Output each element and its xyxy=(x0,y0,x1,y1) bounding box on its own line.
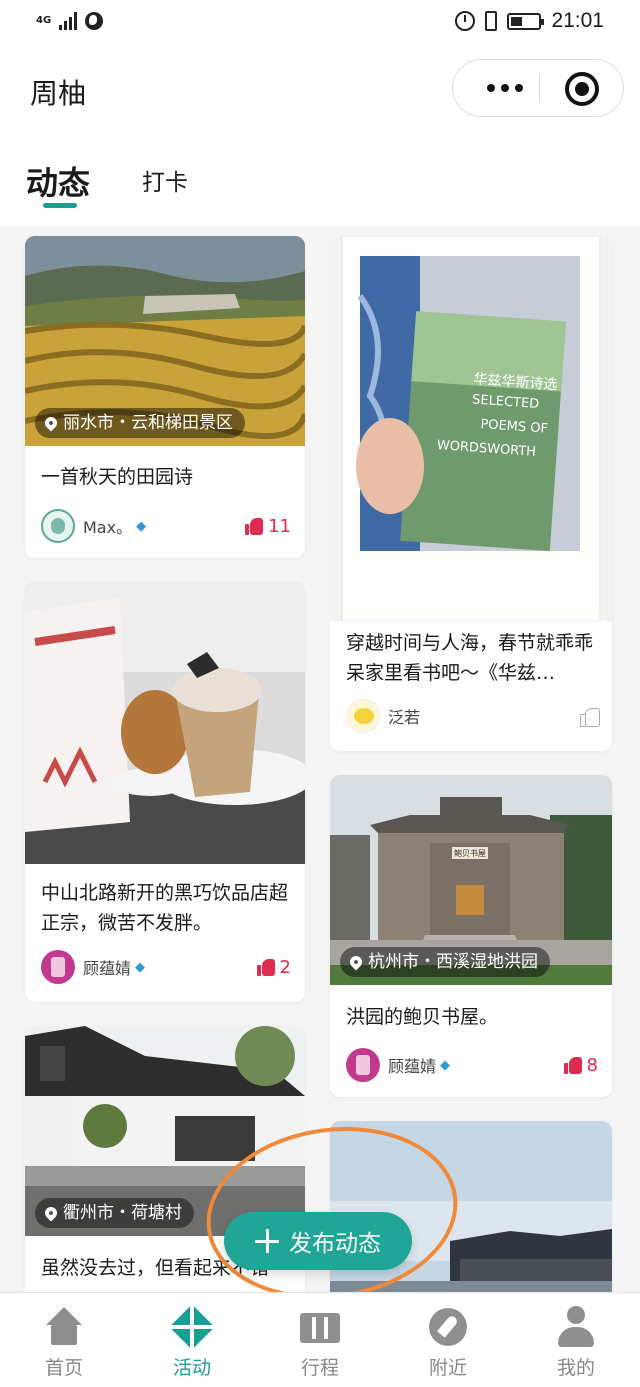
bottom-nav: 首页 活动 行程 附近 我的 xyxy=(0,1292,640,1387)
nav-label: 我的 xyxy=(556,1357,595,1379)
chocolate-drink-photo xyxy=(25,582,305,864)
location-label: 杭州市・西溪湿地洪园 xyxy=(368,952,538,972)
thumbs-up-icon xyxy=(245,517,264,535)
author-name[interactable]: 顾蕴婧 xyxy=(83,955,131,979)
more-menu-icon[interactable] xyxy=(475,60,535,116)
avatar[interactable] xyxy=(346,1048,380,1082)
status-bar: 4G 21:01 xyxy=(0,0,640,44)
avatar[interactable] xyxy=(41,950,75,984)
home-icon xyxy=(42,1305,86,1349)
nav-profile[interactable]: 我的 xyxy=(512,1293,640,1387)
building-sign-text: 鲍贝书屋 xyxy=(454,848,486,858)
nav-home[interactable]: 首页 xyxy=(0,1293,128,1387)
post-card[interactable]: 丽水市・云和梯田景区 一首秋天的田园诗 Max。 ◆ 11 xyxy=(25,236,305,558)
book-photo: SELECTED POEMS OF WORDSWORTH 华兹华斯诗选 xyxy=(330,236,612,621)
tab-feed[interactable]: 动态 xyxy=(26,158,90,204)
location-label: 丽水市・云和梯田景区 xyxy=(63,413,233,433)
like-button[interactable]: 2 xyxy=(256,956,291,978)
post-author-row: 泛若 xyxy=(346,698,600,734)
thumbs-up-icon xyxy=(580,707,600,727)
itinerary-icon xyxy=(298,1305,342,1349)
globe-icon xyxy=(85,12,104,30)
nav-itinerary[interactable]: 行程 xyxy=(256,1293,384,1387)
publish-post-button[interactable]: 发布动态 xyxy=(224,1212,412,1270)
whale-badge-icon: ◆ xyxy=(440,1057,451,1073)
author-name[interactable]: 泛若 xyxy=(388,704,420,728)
active-tab-indicator xyxy=(43,203,77,208)
location-pin-icon xyxy=(42,414,60,432)
tab-checkin[interactable]: 打卡 xyxy=(142,163,188,197)
network-label: 4G xyxy=(36,15,52,26)
post-caption: 穿越时间与人海，春节就乖乖呆家里看书吧～《华兹… xyxy=(346,632,594,684)
status-left: 4G xyxy=(36,12,104,30)
status-time: 21:01 xyxy=(551,9,604,32)
like-count: 8 xyxy=(586,1054,598,1076)
page-title: 周柚 xyxy=(30,77,87,110)
like-count: 11 xyxy=(268,515,291,537)
post-author-row: 顾蕴婧 ◆ 2 xyxy=(41,949,291,985)
post-image[interactable]: SELECTED POEMS OF WORDSWORTH 华兹华斯诗选 xyxy=(330,236,612,621)
status-right: 21:01 xyxy=(455,9,604,33)
like-count: 2 xyxy=(279,956,291,978)
thumbs-up-icon xyxy=(256,958,275,976)
whale-badge-icon: ◆ xyxy=(136,518,147,534)
content-tabs: 动态 打卡 xyxy=(0,136,640,226)
post-card[interactable]: 中山北路新开的黑巧饮品店超正宗，微苦不发胖。 顾蕴婧 ◆ 2 xyxy=(25,582,305,1002)
location-tag[interactable]: 丽水市・云和梯田景区 xyxy=(35,408,245,438)
location-tag[interactable]: 衢州市・荷塘村 xyxy=(35,1198,194,1228)
nav-label: 行程 xyxy=(300,1357,339,1379)
nav-label: 活动 xyxy=(172,1357,211,1379)
nav-label: 首页 xyxy=(44,1357,83,1379)
mini-program-capsule xyxy=(452,59,624,117)
post-author-row: 顾蕴婧 ◆ 8 xyxy=(346,1047,598,1083)
location-label: 衢州市・荷塘村 xyxy=(63,1203,182,1223)
post-card[interactable]: 鲍贝书屋 杭州市・西溪湿地洪园 洪园的鲍贝书屋。 顾蕴婧 ◆ 8 xyxy=(330,775,612,1097)
avatar[interactable] xyxy=(41,509,75,543)
post-image[interactable] xyxy=(25,582,305,864)
like-button[interactable] xyxy=(580,707,600,727)
close-mini-program-icon[interactable] xyxy=(565,72,599,106)
post-caption: 洪园的鲍贝书屋。 xyxy=(346,1006,499,1028)
vibrate-icon xyxy=(485,11,498,31)
location-pin-icon xyxy=(42,1204,60,1222)
location-pin-icon xyxy=(347,953,365,971)
activity-icon xyxy=(170,1305,214,1349)
plus-icon xyxy=(255,1229,279,1253)
nav-nearby[interactable]: 附近 xyxy=(384,1293,512,1387)
author-name[interactable]: Max。 xyxy=(83,514,132,538)
post-author-row: Max。 ◆ 11 xyxy=(41,508,291,544)
nearby-icon xyxy=(426,1305,470,1349)
avatar[interactable] xyxy=(346,699,380,733)
capsule-divider xyxy=(539,73,540,103)
post-card[interactable]: SELECTED POEMS OF WORDSWORTH 华兹华斯诗选 穿越时间… xyxy=(330,236,612,751)
post-image[interactable]: 丽水市・云和梯田景区 xyxy=(25,236,305,446)
publish-button-label: 发布动态 xyxy=(289,1231,381,1257)
author-name[interactable]: 顾蕴婧 xyxy=(388,1053,436,1077)
nav-label: 附近 xyxy=(428,1357,467,1379)
location-tag[interactable]: 杭州市・西溪湿地洪园 xyxy=(340,947,550,977)
like-button[interactable]: 8 xyxy=(563,1054,598,1076)
post-caption: 一首秋天的田园诗 xyxy=(41,466,194,488)
post-image[interactable]: 鲍贝书屋 杭州市・西溪湿地洪园 xyxy=(330,775,612,985)
nav-activity[interactable]: 活动 xyxy=(128,1293,256,1387)
thumbs-up-icon xyxy=(563,1056,582,1074)
alarm-icon xyxy=(455,11,476,31)
like-button[interactable]: 11 xyxy=(245,516,291,537)
signal-icon xyxy=(59,12,78,30)
app-header: 周柚 xyxy=(0,44,640,136)
post-image[interactable]: 衢州市・荷塘村 xyxy=(25,1026,305,1236)
whale-badge-icon: ◆ xyxy=(135,959,146,975)
post-feed[interactable]: 丽水市・云和梯田景区 一首秋天的田园诗 Max。 ◆ 11 SELECTED P… xyxy=(0,226,640,1292)
profile-icon xyxy=(554,1305,598,1349)
post-caption: 中山北路新开的黑巧饮品店超正宗，微苦不发胖。 xyxy=(41,882,289,934)
battery-icon xyxy=(507,12,545,30)
